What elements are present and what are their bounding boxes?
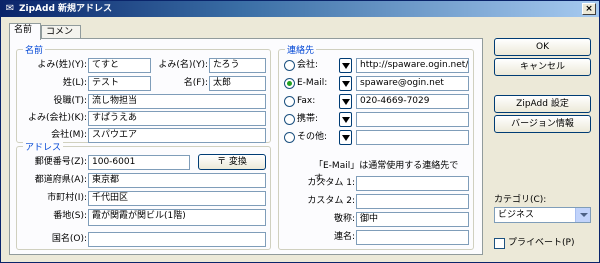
- tab-comment[interactable]: コメント: [41, 25, 81, 50]
- tab-name[interactable]: 名前: [9, 23, 41, 40]
- contact-label-email: E-Mail:: [297, 78, 328, 88]
- contact-label-mobile: 携帯:: [297, 114, 319, 124]
- zipadd-new-address-window: ✉ ZipAdd 新規アドレス × 名前 コメント 名前 よみ(姓)(Y): て…: [0, 0, 600, 263]
- yomi-sei-field[interactable]: てすと: [88, 58, 151, 73]
- contact-field-other[interactable]: [356, 130, 469, 145]
- yakushoku-field[interactable]: 流し物担当: [88, 94, 266, 109]
- name-group-label: 名前: [23, 43, 46, 56]
- street-field[interactable]: 霞が関霞が関ビル(1階): [88, 209, 266, 226]
- mei-label: 名(F):: [183, 78, 208, 88]
- settings-button[interactable]: ZipAdd 設定: [494, 95, 591, 113]
- contact-radio-other[interactable]: [284, 132, 295, 143]
- contact-type-dropdown-other[interactable]: [339, 130, 352, 145]
- yomi-mei-field[interactable]: たろう: [209, 58, 266, 73]
- contact-type-dropdown-fax[interactable]: [339, 94, 352, 109]
- contact-radio-fax[interactable]: [284, 96, 295, 107]
- contact-radio-email[interactable]: [284, 78, 295, 89]
- private-label: プライベート(P): [508, 238, 575, 248]
- street-label: 番地(S):: [53, 211, 87, 221]
- contact-field-fax[interactable]: 020-4669-7029: [356, 94, 469, 109]
- tab-panel: 名前 よみ(姓)(Y): てすと よみ(名)(Y): たろう 姓(L): テスト…: [9, 38, 483, 255]
- sei-label: 姓(L):: [62, 78, 87, 88]
- pref-field[interactable]: 東京都: [88, 173, 266, 188]
- private-checkbox[interactable]: [494, 238, 505, 249]
- yomi-mei-label: よみ(名)(Y):: [158, 60, 208, 70]
- contact-group: 連絡先 会社: http://spaware.ogin.net/ E-Mail:…: [278, 43, 474, 250]
- title-bar: ✉ ZipAdd 新規アドレス ×: [1, 1, 599, 17]
- contact-radio-company[interactable]: [284, 60, 295, 71]
- category-value: ビジネス: [498, 210, 535, 220]
- contact-field-company[interactable]: http://spaware.ogin.net/: [356, 58, 469, 73]
- yomi-kaisha-field[interactable]: すぱうえあ: [88, 111, 266, 126]
- category-select[interactable]: ビジネス: [494, 207, 591, 223]
- address-group: アドレス 郵便番号(Z): 100-6001 〒 変換 都道府県(A): 東京都…: [16, 140, 271, 250]
- renmei-label: 連名:: [333, 232, 355, 242]
- custom1-field[interactable]: [356, 176, 469, 191]
- yomi-kaisha-label: よみ(会社)(K):: [28, 113, 87, 123]
- sei-field[interactable]: テスト: [88, 76, 151, 91]
- contact-group-label: 連絡先: [285, 43, 317, 56]
- keisho-field[interactable]: 御中: [356, 212, 469, 227]
- yomi-sei-label: よみ(姓)(Y):: [37, 60, 87, 70]
- zip-label: 郵便番号(Z):: [34, 157, 87, 167]
- name-group: 名前 よみ(姓)(Y): てすと よみ(名)(Y): たろう 姓(L): テスト…: [16, 43, 271, 143]
- country-label: 国名(O):: [51, 234, 87, 244]
- city-label: 市町村(I):: [47, 193, 87, 203]
- version-button[interactable]: バージョン情報: [494, 115, 591, 133]
- contact-radio-mobile[interactable]: [284, 114, 295, 125]
- mei-field[interactable]: 太郎: [209, 76, 266, 91]
- city-field[interactable]: 千代田区: [88, 191, 266, 206]
- kaisha-field[interactable]: スパウエア: [88, 128, 266, 143]
- address-group-label: アドレス: [23, 140, 64, 153]
- cancel-button[interactable]: キャンセル: [494, 58, 591, 76]
- contact-label-other: その他:: [297, 132, 328, 142]
- contact-label-fax: Fax:: [297, 96, 316, 106]
- app-icon: ✉: [5, 3, 15, 14]
- renmei-field[interactable]: [356, 230, 469, 245]
- country-field[interactable]: [88, 232, 266, 247]
- custom2-field[interactable]: [356, 194, 469, 209]
- contact-field-email[interactable]: spaware@ogin.net: [356, 76, 469, 91]
- zip-field[interactable]: 100-6001: [88, 155, 190, 170]
- yakushoku-label: 役職(T):: [53, 96, 87, 106]
- window-title: ZipAdd 新規アドレス: [19, 4, 113, 14]
- zip-convert-button[interactable]: 〒 変換: [198, 154, 266, 170]
- custom1-label: カスタム 1:: [307, 178, 355, 188]
- pref-label: 都道府県(A):: [34, 175, 87, 185]
- custom2-label: カスタム 2:: [307, 196, 355, 206]
- keisho-label: 敬称:: [333, 214, 355, 224]
- contact-field-mobile[interactable]: [356, 112, 469, 127]
- category-label: カテゴリ(C):: [494, 195, 547, 205]
- close-button[interactable]: ×: [582, 3, 596, 15]
- chevron-down-icon[interactable]: [575, 208, 590, 222]
- contact-type-dropdown-mobile[interactable]: [339, 112, 352, 127]
- contact-label-company: 会社:: [297, 60, 319, 70]
- contact-type-dropdown-email[interactable]: [339, 76, 352, 91]
- ok-button[interactable]: OK: [494, 38, 591, 56]
- contact-type-dropdown-company[interactable]: [339, 58, 352, 73]
